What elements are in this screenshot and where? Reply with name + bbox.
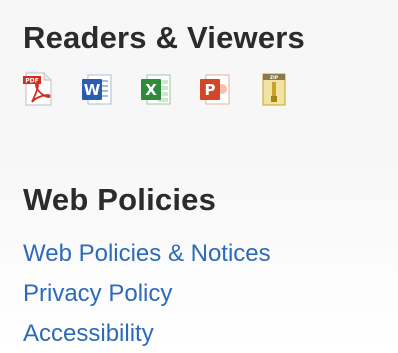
powerpoint-viewer-icon[interactable]: P — [200, 72, 230, 106]
excel-label: X — [145, 81, 157, 99]
zip-archive-icon[interactable]: ZIP — [259, 72, 289, 106]
powerpoint-label: P — [205, 81, 216, 99]
word-label: W — [84, 81, 101, 99]
list-item: Accessibility — [23, 320, 271, 353]
web-policies-heading: Web Policies — [23, 182, 217, 217]
accessibility-link[interactable]: Accessibility — [23, 320, 154, 347]
excel-viewer-icon[interactable]: X — [141, 72, 171, 106]
pdf-reader-icon[interactable]: PDF — [23, 72, 53, 106]
word-viewer-icon[interactable]: W — [82, 72, 112, 106]
list-item: Privacy Policy — [23, 280, 271, 320]
web-policies-links: Web Policies & Notices Privacy Policy Ac… — [23, 240, 271, 353]
privacy-policy-link[interactable]: Privacy Policy — [23, 280, 172, 307]
reader-icons-row: PDF W X P ZIP — [23, 72, 289, 106]
zip-label: ZIP — [270, 75, 279, 81]
readers-viewers-heading: Readers & Viewers — [23, 20, 305, 55]
web-policies-notices-link[interactable]: Web Policies & Notices — [23, 240, 271, 267]
list-item: Web Policies & Notices — [23, 240, 271, 280]
